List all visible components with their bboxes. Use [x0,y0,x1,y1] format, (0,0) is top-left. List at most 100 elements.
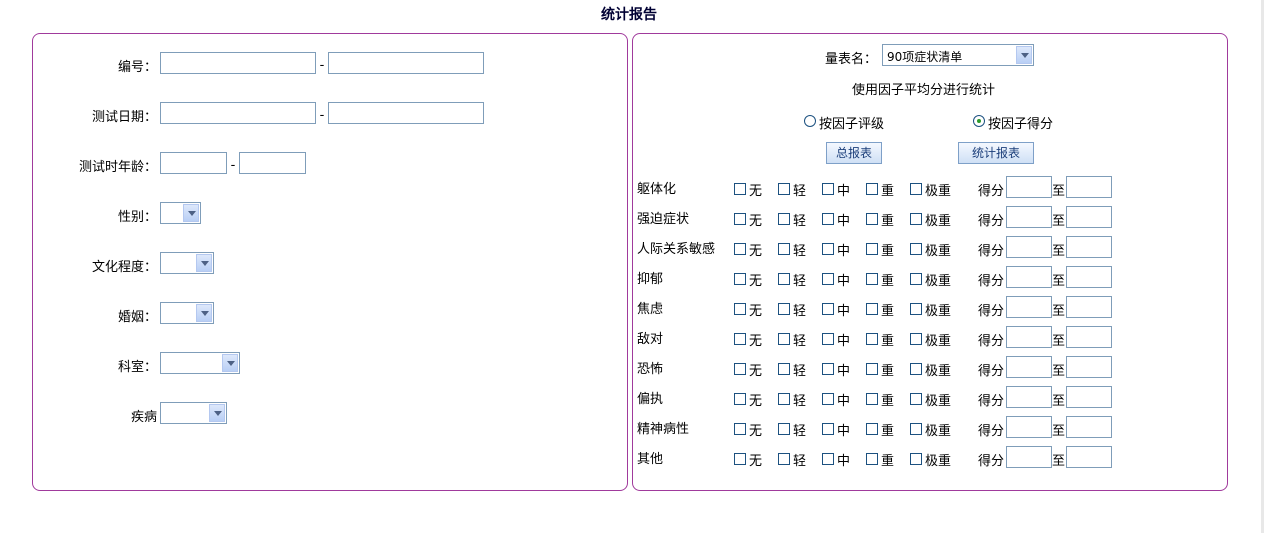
number-to-input[interactable] [328,52,484,74]
level-checkbox[interactable] [822,423,834,435]
level-checkbox[interactable] [778,303,790,315]
department-select[interactable] [160,352,240,374]
age-to-input[interactable] [239,152,306,174]
level-checkbox[interactable] [778,213,790,225]
level-checkbox[interactable] [910,273,922,285]
level-checkbox[interactable] [866,213,878,225]
level-checkbox[interactable] [734,453,746,465]
level-checkbox[interactable] [778,363,790,375]
factor-row: 抑郁 无 轻 中 重 极重 得分 至 [633,266,1227,290]
score-to-input[interactable] [1066,266,1112,288]
level-checkbox[interactable] [910,243,922,255]
factor-row: 其他 无 轻 中 重 极重 得分 至 [633,446,1227,470]
level-checkbox[interactable] [910,423,922,435]
chevron-down-icon[interactable] [196,304,212,322]
level-checkbox[interactable] [866,183,878,195]
level-checkbox[interactable] [734,393,746,405]
level-checkbox[interactable] [910,213,922,225]
score-to-input[interactable] [1066,326,1112,348]
score-from-input[interactable] [1006,266,1052,288]
test-date-to-input[interactable] [328,102,484,124]
level-checkbox[interactable] [778,423,790,435]
disease-select[interactable] [160,402,227,424]
score-from-input[interactable] [1006,356,1052,378]
level-label: 无 [749,424,763,439]
education-select[interactable] [160,252,214,274]
score-to-input[interactable] [1066,446,1112,468]
gender-select[interactable] [160,202,201,224]
score-to-input[interactable] [1066,356,1112,378]
level-checkbox[interactable] [778,393,790,405]
level-checkbox[interactable] [778,333,790,345]
level-checkbox[interactable] [778,243,790,255]
level-checkbox[interactable] [910,453,922,465]
scale-select[interactable]: 90项症状清单 [882,44,1034,66]
level-checkbox[interactable] [866,453,878,465]
score-label: 得分 [978,274,1005,289]
age-from-input[interactable] [160,152,227,174]
level-checkbox[interactable] [866,363,878,375]
level-checkbox[interactable] [734,213,746,225]
chevron-down-icon[interactable] [1016,46,1032,64]
level-checkbox[interactable] [822,273,834,285]
score-from-input[interactable] [1006,386,1052,408]
level-checkbox[interactable] [866,423,878,435]
level-checkbox[interactable] [866,303,878,315]
level-checkbox[interactable] [910,363,922,375]
level-checkbox[interactable] [822,363,834,375]
level-checkbox[interactable] [822,183,834,195]
level-checkbox[interactable] [734,423,746,435]
level-checkbox[interactable] [734,183,746,195]
level-checkbox[interactable] [822,333,834,345]
score-to-input[interactable] [1066,236,1112,258]
radio-by-score[interactable] [973,115,985,127]
marriage-select[interactable] [160,302,214,324]
radio-by-grade[interactable] [804,115,816,127]
level-checkbox[interactable] [778,183,790,195]
level-checkbox[interactable] [734,333,746,345]
factor-row: 焦虑 无 轻 中 重 极重 得分 至 [633,296,1227,320]
chevron-down-icon[interactable] [183,204,199,222]
level-checkbox[interactable] [822,393,834,405]
level-checkbox[interactable] [910,333,922,345]
score-from-input[interactable] [1006,446,1052,468]
total-report-button[interactable]: 总报表 [826,142,882,164]
level-checkbox[interactable] [910,183,922,195]
level-label: 中 [837,184,851,199]
level-checkbox[interactable] [866,393,878,405]
level-checkbox[interactable] [910,303,922,315]
score-to-input[interactable] [1066,386,1112,408]
stats-report-button[interactable]: 统计报表 [958,142,1034,164]
level-checkbox[interactable] [734,363,746,375]
level-checkbox[interactable] [734,273,746,285]
score-from-input[interactable] [1006,296,1052,318]
level-checkbox[interactable] [822,303,834,315]
score-from-input[interactable] [1006,416,1052,438]
score-to-input[interactable] [1066,416,1112,438]
level-checkbox[interactable] [866,243,878,255]
level-checkbox[interactable] [910,393,922,405]
score-to-input[interactable] [1066,296,1112,318]
test-date-from-input[interactable] [160,102,316,124]
level-checkbox[interactable] [822,213,834,225]
score-to-input[interactable] [1066,206,1112,228]
score-from-input[interactable] [1006,206,1052,228]
level-checkbox[interactable] [734,303,746,315]
level-label: 极重 [925,244,952,259]
level-checkbox[interactable] [778,273,790,285]
chevron-down-icon[interactable] [196,254,212,272]
level-checkbox[interactable] [866,333,878,345]
level-checkbox[interactable] [822,243,834,255]
level-checkbox[interactable] [778,453,790,465]
number-from-input[interactable] [160,52,316,74]
score-from-input[interactable] [1006,326,1052,348]
score-from-input[interactable] [1006,176,1052,198]
level-checkbox[interactable] [866,273,878,285]
score-to-input[interactable] [1066,176,1112,198]
chevron-down-icon[interactable] [222,354,238,372]
chevron-down-icon[interactable] [209,404,225,422]
level-checkbox[interactable] [822,453,834,465]
score-from-input[interactable] [1006,236,1052,258]
level-checkbox[interactable] [734,243,746,255]
factor-row: 躯体化 无 轻 中 重 极重 得分 至 [633,176,1227,200]
